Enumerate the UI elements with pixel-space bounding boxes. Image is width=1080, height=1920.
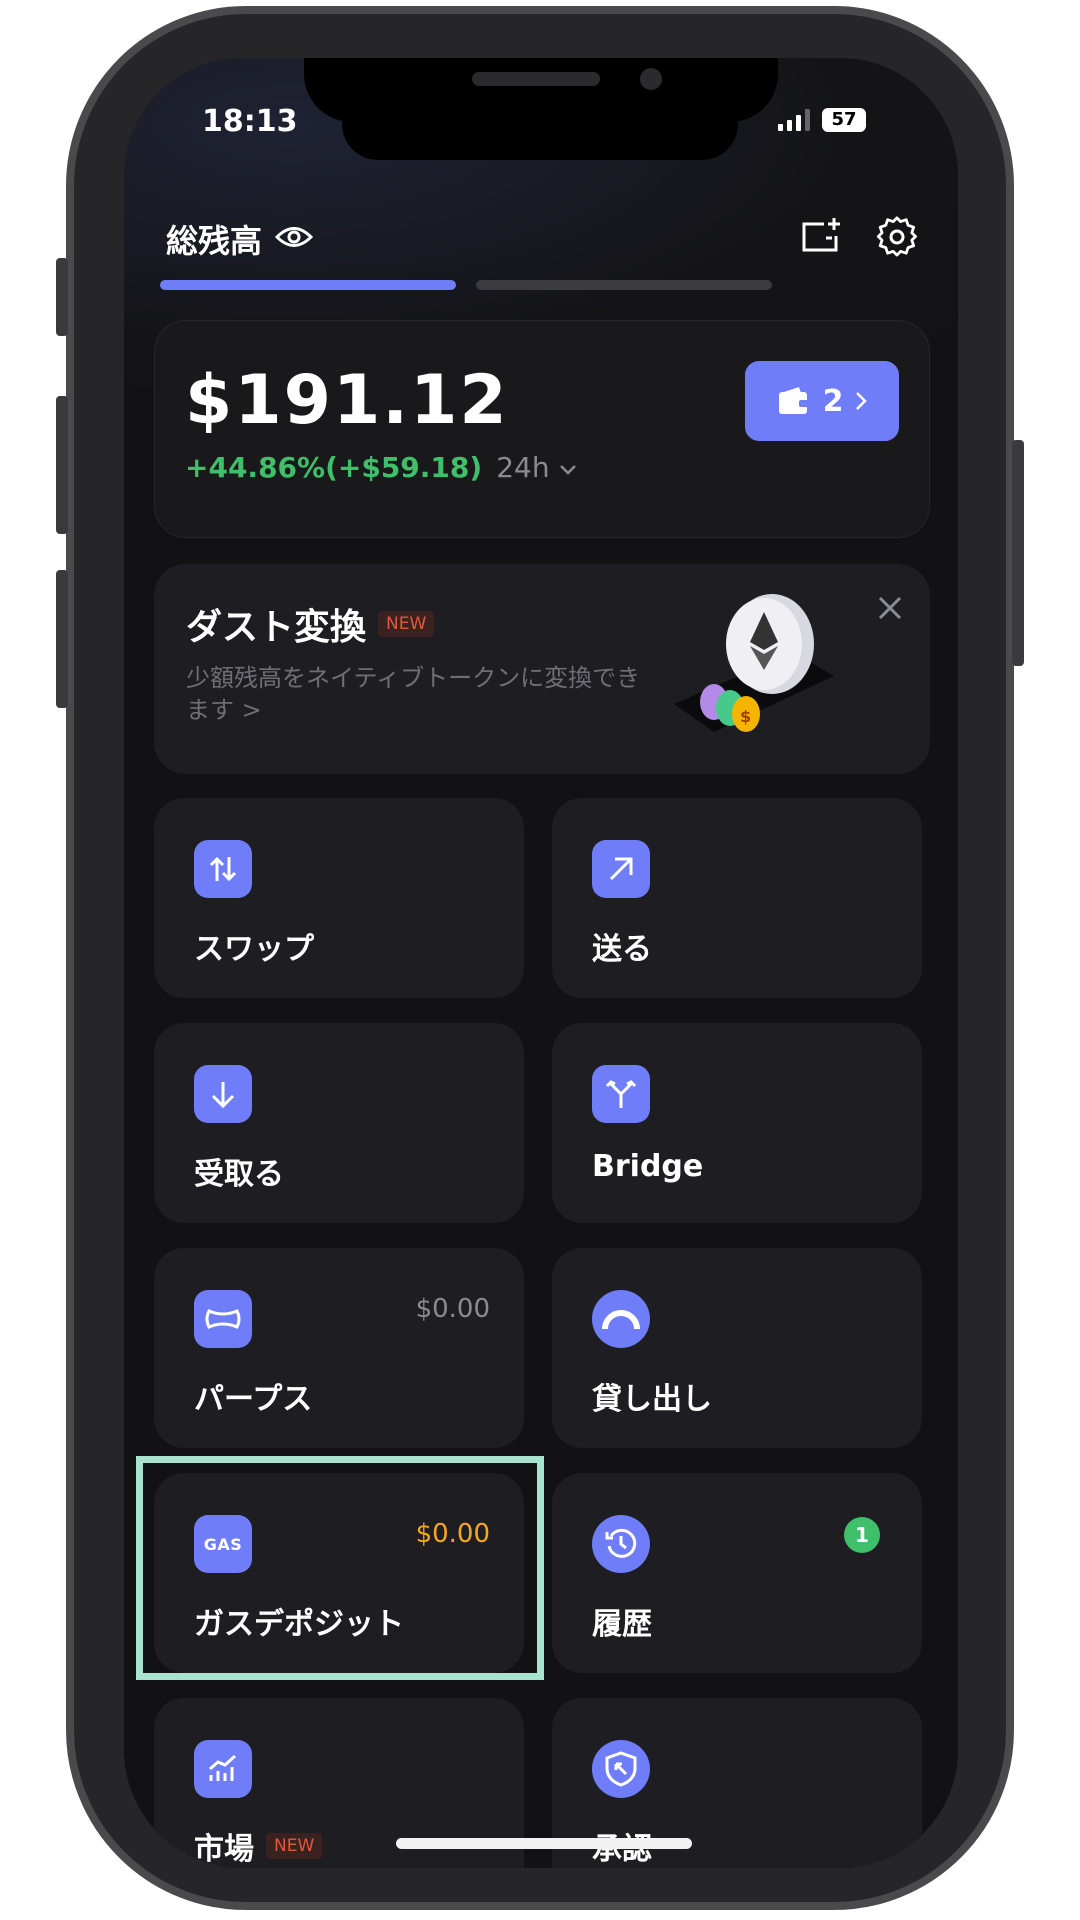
perps-value: $0.00: [415, 1294, 490, 1324]
tile-bridge[interactable]: Bridge: [552, 1023, 922, 1223]
side-button: [56, 258, 68, 336]
side-button: [56, 396, 68, 534]
tile-send[interactable]: 送る: [552, 798, 922, 998]
tab-indicator-inactive[interactable]: [476, 280, 772, 290]
side-button: [1012, 440, 1024, 666]
tile-lending[interactable]: 貸し出し: [552, 1248, 922, 1448]
total-balance-amount: $191.12: [185, 361, 509, 440]
signal-icon: [778, 109, 810, 131]
tile-label: Bridge: [592, 1149, 704, 1184]
home-indicator[interactable]: [396, 1838, 692, 1849]
status-time: 18:13: [202, 104, 298, 139]
tile-label: 送る: [592, 932, 652, 967]
bridge-icon: [592, 1065, 650, 1123]
market-chart-icon: [194, 1740, 252, 1798]
history-badge: 1: [844, 1517, 880, 1553]
header-actions: [800, 216, 918, 262]
tile-label: 履歴: [592, 1607, 652, 1642]
period-selector[interactable]: 24h: [496, 451, 578, 484]
add-wallet-icon[interactable]: [800, 216, 842, 262]
balance-change-value: +44.86%(+$59.18): [185, 451, 483, 484]
side-button: [56, 570, 68, 708]
shield-icon: [592, 1740, 650, 1798]
tile-label: パープス: [194, 1382, 313, 1417]
new-badge: NEW: [378, 611, 435, 637]
history-icon: [592, 1515, 650, 1573]
period-label: 24h: [496, 451, 550, 484]
close-icon[interactable]: [876, 594, 904, 626]
speaker: [472, 72, 600, 86]
tile-perps[interactable]: $0.00 パープス: [154, 1248, 524, 1448]
market-label: 市場: [194, 1832, 254, 1867]
battery-icon: 57: [822, 108, 866, 132]
wallet-icon: [778, 387, 809, 414]
eye-icon[interactable]: [274, 222, 314, 256]
status-indicators: 57: [778, 108, 866, 132]
infinity-icon: [194, 1290, 252, 1348]
coins-illustration-icon: $: [654, 584, 834, 758]
tile-label: 受取る: [194, 1157, 284, 1192]
tile-label: 市場 NEW: [194, 1824, 323, 1868]
dynamic-island: [342, 98, 738, 160]
tab-indicator-active[interactable]: [160, 280, 456, 290]
wallet-count: 2: [822, 383, 844, 419]
highlight-box: [136, 1456, 544, 1680]
gauge-icon: [592, 1290, 650, 1348]
receive-arrow-icon: [194, 1065, 252, 1123]
chevron-down-icon: [560, 465, 577, 475]
dust-title: ダスト変換 NEW: [186, 598, 435, 650]
svg-text:$: $: [740, 707, 751, 726]
camera: [640, 68, 662, 90]
balance-change: +44.86%(+$59.18) 24h: [185, 451, 578, 484]
page-title: 総残高: [166, 222, 263, 260]
gear-icon[interactable]: [876, 216, 918, 262]
chevron-right-icon: [856, 392, 868, 410]
tile-label: 貸し出し: [592, 1382, 712, 1417]
new-badge: NEW: [266, 1833, 323, 1859]
dust-convert-banner[interactable]: ダスト変換 NEW 少額残高をネイティブトークンに変換できます > $: [154, 564, 930, 774]
wallet-switch-button[interactable]: 2: [745, 361, 899, 441]
send-arrow-icon: [592, 840, 650, 898]
dust-description[interactable]: 少額残高をネイティブトークンに変換できます >: [186, 662, 656, 726]
tile-label: スワップ: [194, 932, 314, 967]
dust-title-text: ダスト変換: [186, 607, 367, 648]
tile-receive[interactable]: 受取る: [154, 1023, 524, 1223]
total-balance-card: $191.12 +44.86%(+$59.18) 24h 2: [154, 320, 930, 538]
tile-history[interactable]: 1 履歴: [552, 1473, 922, 1673]
swap-icon: [194, 840, 252, 898]
tile-swap[interactable]: スワップ: [154, 798, 524, 998]
total-balance-header: 総残高: [166, 216, 314, 262]
